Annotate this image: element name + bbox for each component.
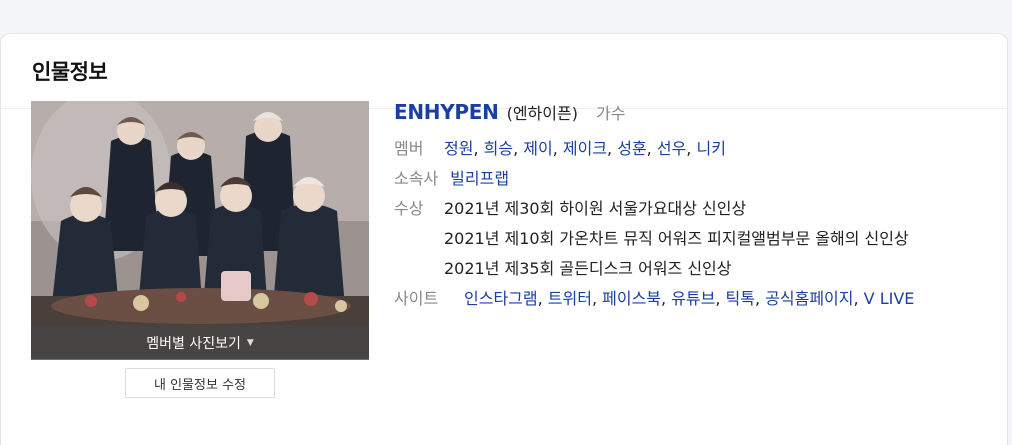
group-photo[interactable]	[31, 101, 369, 359]
group-photo-image	[31, 101, 369, 359]
agency-label: 소속사	[394, 169, 439, 188]
site-link-vlive[interactable]: V LIVE	[864, 289, 915, 308]
caret-down-icon: ▼	[246, 337, 254, 348]
members-list: 정원, 희승, 제이, 제이크, 성훈, 선우, 니키	[444, 139, 726, 158]
awards-label: 수상	[394, 199, 424, 218]
awards-row: 수상 2021년 제30회 하이원 서울가요대상 신인상 2021년 제10회 …	[394, 194, 994, 284]
member-link[interactable]: 정원	[444, 139, 473, 158]
edit-profile-button[interactable]: 내 인물정보 수정	[125, 368, 275, 398]
member-link[interactable]: 성훈	[617, 139, 646, 158]
member-link[interactable]: 제이	[523, 139, 552, 158]
member-link[interactable]: 선우	[657, 139, 686, 158]
card-title: 인물정보	[32, 60, 108, 84]
job-title: 가수	[595, 104, 626, 123]
site-link-facebook[interactable]: 페이스북	[602, 289, 661, 308]
sites-row: 사이트 인스타그램, 트위터, 페이스북, 유튜브, 틱톡, 공식홈페이지, V…	[394, 284, 994, 314]
members-label: 멤버	[394, 139, 424, 158]
sites-label: 사이트	[394, 289, 439, 308]
agency-link[interactable]: 빌리프랩	[450, 169, 509, 188]
native-name: (엔하이픈)	[506, 104, 578, 123]
site-link-tiktok[interactable]: 틱톡	[726, 289, 755, 308]
sites-list: 인스타그램, 트위터, 페이스북, 유튜브, 틱톡, 공식홈페이지, V LIV…	[464, 289, 915, 308]
member-photos-button[interactable]: 멤버별 사진보기 ▼	[31, 325, 369, 360]
site-link-official[interactable]: 공식홈페이지	[765, 289, 853, 308]
award-item: 2021년 제30회 하이원 서울가요대상 신인상	[444, 199, 747, 218]
awards-list: 2021년 제30회 하이원 서울가요대상 신인상 2021년 제10회 가온차…	[444, 194, 964, 284]
award-item: 2021년 제10회 가온차트 뮤직 어워즈 피지컬앨범부문 올해의 신인상	[444, 229, 909, 248]
agency-row: 소속사 빌리프랩	[394, 164, 994, 194]
group-name[interactable]: ENHYPEN	[394, 100, 499, 124]
member-link[interactable]: 제이크	[563, 139, 607, 158]
site-link-youtube[interactable]: 유튜브	[671, 289, 715, 308]
member-link[interactable]: 희승	[484, 139, 513, 158]
site-link-twitter[interactable]: 트위터	[548, 289, 592, 308]
profile-info: ENHYPEN (엔하이픈) 가수 멤버 정원, 희승, 제이, 제이크, 성훈…	[394, 100, 994, 314]
name-line: ENHYPEN (엔하이픈) 가수	[394, 100, 994, 134]
member-photos-label: 멤버별 사진보기	[146, 335, 241, 352]
members-row: 멤버 정원, 희승, 제이, 제이크, 성훈, 선우, 니키	[394, 134, 994, 164]
card-header: 인물정보	[1, 34, 1007, 109]
member-link[interactable]: 니키	[696, 139, 725, 158]
site-link-instagram[interactable]: 인스타그램	[464, 289, 538, 308]
award-item: 2021년 제35회 골든디스크 어워즈 신인상	[444, 259, 732, 278]
